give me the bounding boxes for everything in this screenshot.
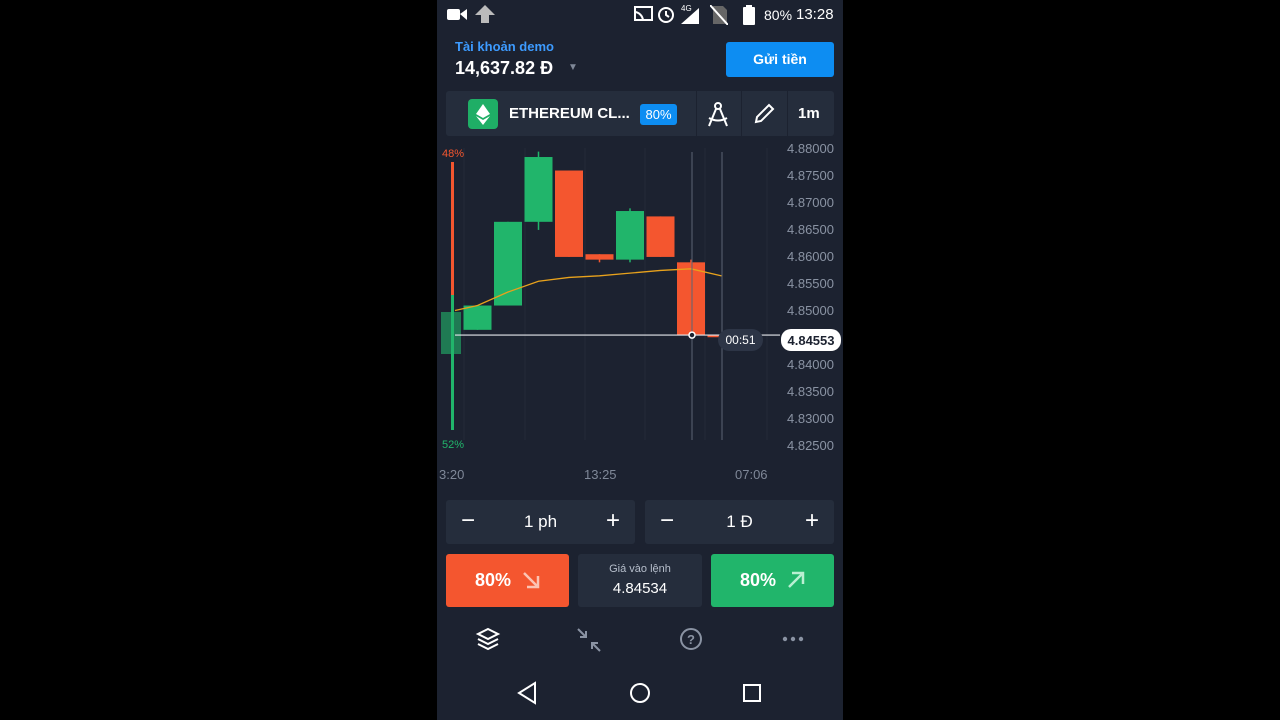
y-tick-label-1: 4.87500 <box>787 168 834 183</box>
candle-5 <box>616 211 644 260</box>
arrow-down-right-icon <box>523 572 540 589</box>
duration-value[interactable]: 1 ph <box>490 500 591 544</box>
price-marker <box>688 331 696 339</box>
sell-payout: 80% <box>475 570 512 590</box>
fullscreen-icon[interactable] <box>574 625 604 655</box>
home-icon[interactable] <box>625 678 655 708</box>
y-tick-label-2: 4.87000 <box>787 195 834 210</box>
amount-decrease-button[interactable]: − <box>645 500 689 544</box>
more-options-icon[interactable] <box>778 625 808 655</box>
candle-1 <box>494 221 522 306</box>
entry-price-label: Giá vào lệnh <box>609 563 671 575</box>
duration-decrease-button[interactable]: − <box>446 500 490 544</box>
duration-increase-button[interactable]: + <box>591 500 635 544</box>
sentiment-bottom-label: 52% <box>442 439 464 451</box>
candles-group <box>463 151 736 338</box>
back-icon[interactable] <box>513 678 543 708</box>
payout-badge: 80% <box>640 104 677 125</box>
deposit-button[interactable]: Gửi tiền <box>726 42 834 77</box>
amount-increase-button[interactable]: + <box>790 500 834 544</box>
signal-icon <box>681 8 699 24</box>
pencil-icon[interactable] <box>752 102 776 126</box>
asset-toolbar: ETHEREUM CL... 80% 1m <box>446 91 834 136</box>
alarm-icon <box>658 7 674 23</box>
cast-icon <box>633 6 653 22</box>
y-tick-label-4: 4.86000 <box>787 249 834 264</box>
price-chart[interactable]: 48% 52% 00:51 4.88000 4.87500 4.87000 4.865… <box>437 140 843 490</box>
y-tick-label-7: 4.84000 <box>787 357 834 372</box>
amount-value[interactable]: 1 Đ <box>689 500 790 544</box>
y-axis: 4.88000 4.87500 4.87000 4.86500 4.86000 4.855… <box>787 141 834 453</box>
candle-7 <box>677 262 705 336</box>
divider <box>787 91 788 136</box>
ethereum-icon[interactable] <box>468 99 498 129</box>
buy-up-button[interactable]: 80% <box>711 554 834 607</box>
phone-screen: 4G 80% 13:28 Tài khoản demo 14,637.82 Đ … <box>437 0 843 720</box>
countdown-value: 00:51 <box>725 333 755 347</box>
candle-2 <box>524 157 553 222</box>
asset-name[interactable]: ETHEREUM CL... <box>509 105 630 122</box>
candle-3 <box>555 170 583 257</box>
clock: 13:28 <box>796 6 834 23</box>
candle-6 <box>646 216 675 257</box>
y-tick-label-0: 4.88000 <box>787 141 834 156</box>
video-camera-icon <box>447 9 467 20</box>
arrow-up-right-icon <box>788 571 805 588</box>
y-tick-label-6: 4.85000 <box>787 303 834 318</box>
entry-price-value: 4.84534 <box>612 580 668 597</box>
recent-apps-icon[interactable] <box>737 678 767 708</box>
chevron-down-icon[interactable]: ▼ <box>568 62 578 73</box>
sentiment-indicator: 48% 52% <box>442 148 464 451</box>
x-tick-label-2: 07:06 <box>735 467 768 482</box>
battery-icon <box>743 5 755 25</box>
history-candle <box>441 312 461 354</box>
status-bar: 4G 80% 13:28 <box>437 0 843 30</box>
divider <box>741 91 742 136</box>
x-tick-label-1: 13:25 <box>584 467 617 482</box>
candle-0 <box>463 305 492 330</box>
candle-4 <box>585 254 614 260</box>
entry-price-box: Giá vào lệnh 4.84534 <box>578 554 702 607</box>
x-tick-label-0: 3:20 <box>439 467 464 482</box>
compass-indicators-icon[interactable] <box>706 101 730 127</box>
current-price-value: 4.84553 <box>788 333 835 348</box>
battery-percentage: 80% <box>764 7 793 23</box>
sentiment-top-label: 48% <box>442 148 464 160</box>
no-sim-icon <box>710 5 728 25</box>
x-axis: 3:20 13:25 07:06 <box>439 467 768 482</box>
y-tick-label-9: 4.83000 <box>787 411 834 426</box>
y-tick-label-3: 4.86500 <box>787 222 834 237</box>
divider <box>696 91 697 136</box>
help-icon[interactable]: ? <box>676 625 706 655</box>
buy-payout: 80% <box>740 570 777 590</box>
trade-tab-icon[interactable] <box>473 625 503 655</box>
y-tick-label-8: 4.83500 <box>787 384 834 399</box>
amount-control: − 1 Đ + <box>645 500 834 544</box>
current-price-tag: 4.84553 <box>781 329 841 351</box>
y-tick-label-5: 4.85500 <box>787 276 834 291</box>
account-type-label[interactable]: Tài khoản demo <box>455 39 554 54</box>
y-tick-label-10: 4.82500 <box>787 438 834 453</box>
upload-arrow-icon <box>475 5 495 23</box>
account-balance[interactable]: 14,637.82 Đ <box>455 58 553 79</box>
sell-down-button[interactable]: 80% <box>446 554 569 607</box>
countdown-timer: 00:51 <box>718 329 763 351</box>
svg-text:?: ? <box>687 632 695 647</box>
duration-control: − 1 ph + <box>446 500 635 544</box>
timeframe-selector[interactable]: 1m <box>798 105 820 122</box>
